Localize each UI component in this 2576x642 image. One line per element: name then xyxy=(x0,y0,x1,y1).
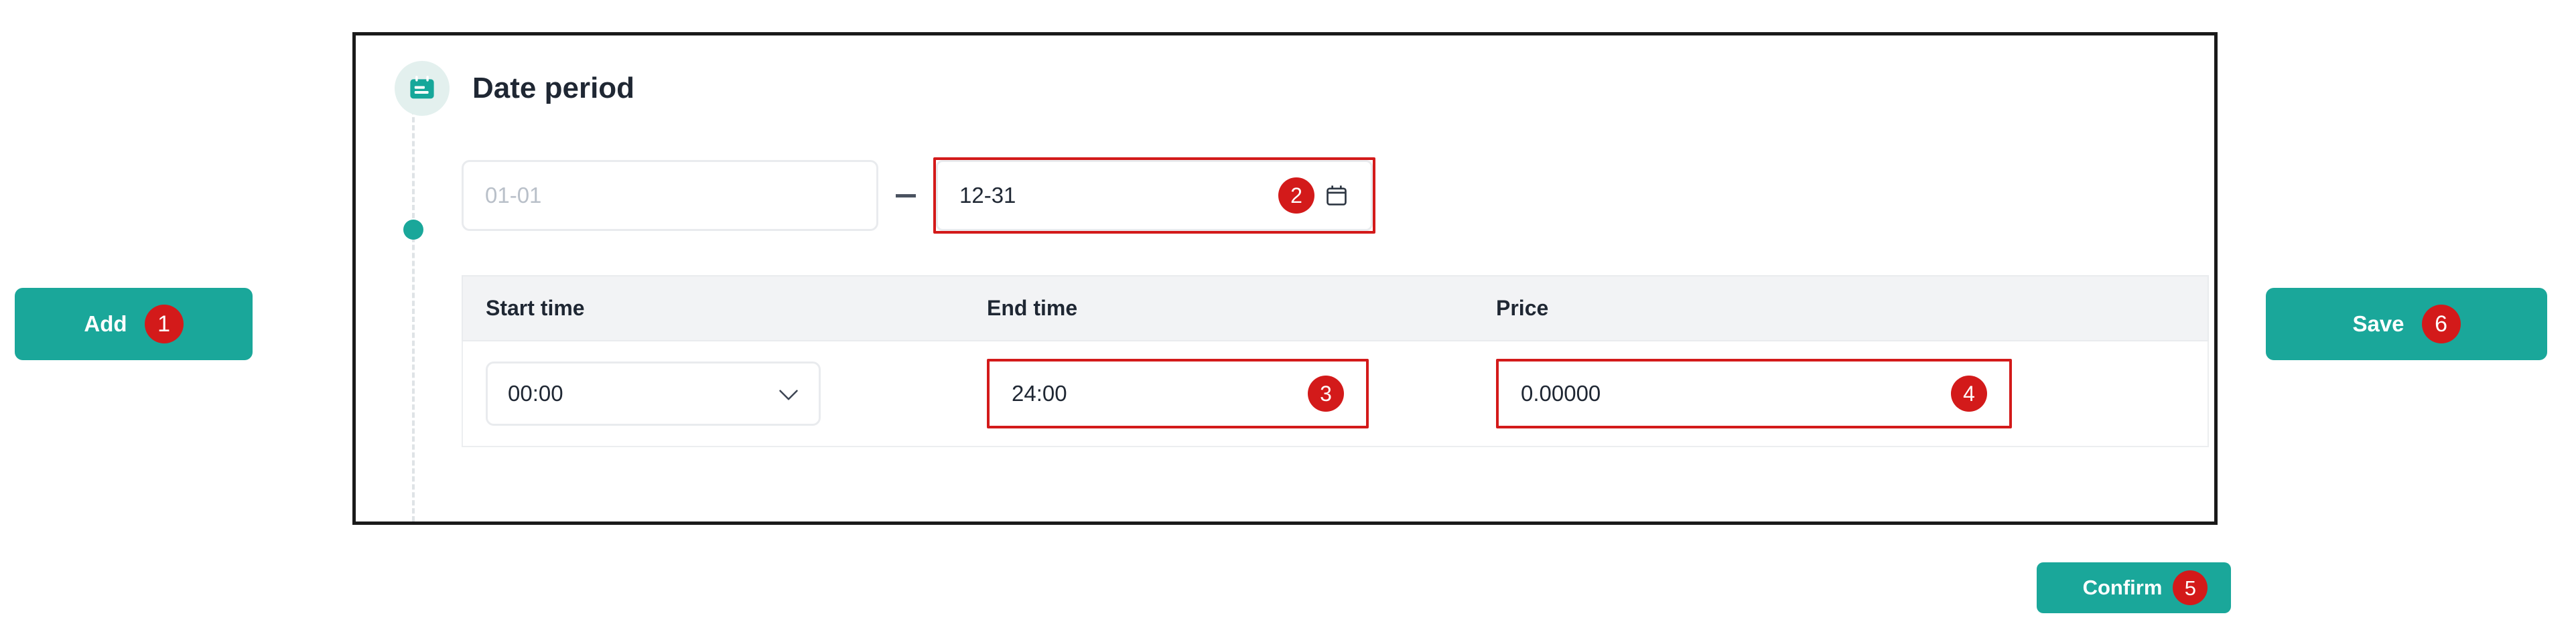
page-title: Date period xyxy=(472,72,635,104)
price-value: 0.00000 xyxy=(1521,381,1601,406)
save-button[interactable]: Save 6 xyxy=(2266,288,2547,360)
price-input[interactable]: 0.00000 4 xyxy=(1499,362,2009,426)
timeline-rail xyxy=(412,109,415,521)
calendar-picker-icon[interactable] xyxy=(1324,183,1349,208)
column-header-start-time: Start time xyxy=(462,275,964,341)
add-button-label: Add xyxy=(84,311,127,336)
card-header: Date period xyxy=(395,61,634,116)
end-date-input[interactable]: 12-31 2 xyxy=(936,160,1373,231)
timeline-dot xyxy=(403,220,423,240)
table-row: 00:00 24:00 3 0.00000 4 xyxy=(462,341,2209,447)
end-time-value: 24:00 xyxy=(1012,381,1067,406)
price-schedule-table: Start time End time Price 00:00 24:00 3 … xyxy=(462,275,2209,447)
confirm-button[interactable]: Confirm 5 xyxy=(2037,562,2231,613)
cell-end-time: 24:00 3 xyxy=(964,341,1473,447)
chevron-down-icon xyxy=(778,381,799,406)
calendar-icon xyxy=(395,61,450,116)
column-header-price: Price xyxy=(1473,275,2209,341)
start-time-value: 00:00 xyxy=(508,381,563,406)
annotation-badge-1: 1 xyxy=(144,305,184,343)
annotation-badge-5: 5 xyxy=(2173,570,2208,605)
end-date-value: 12-31 xyxy=(959,183,1016,208)
column-header-end-time: End time xyxy=(964,275,1473,341)
end-time-input[interactable]: 24:00 3 xyxy=(990,362,1366,426)
annotation-badge-4: 4 xyxy=(1951,376,1987,412)
screen-root: Add 1 Save 6 Confirm 5 Date period 01-01… xyxy=(0,0,2576,642)
add-button[interactable]: Add 1 xyxy=(15,288,253,360)
price-annotation-outline: 0.00000 4 xyxy=(1496,359,2012,428)
end-date-annotation-outline: 12-31 2 xyxy=(933,157,1375,234)
annotation-badge-6: 6 xyxy=(2421,305,2461,343)
end-time-annotation-outline: 24:00 3 xyxy=(987,359,1369,428)
date-period-card: Date period 01-01 12-31 2 Start time End… xyxy=(352,32,2218,525)
cell-price: 0.00000 4 xyxy=(1473,341,2209,447)
annotation-badge-2: 2 xyxy=(1278,177,1314,214)
annotation-badge-3: 3 xyxy=(1308,376,1344,412)
date-period-row: 01-01 12-31 2 xyxy=(462,157,1375,234)
confirm-button-label: Confirm xyxy=(2082,576,2163,599)
cell-start-time: 00:00 xyxy=(462,341,964,447)
date-range-separator xyxy=(896,193,916,197)
start-time-select[interactable]: 00:00 xyxy=(486,362,821,426)
save-button-label: Save xyxy=(2352,311,2404,336)
table-header-row: Start time End time Price xyxy=(462,275,2209,341)
start-date-input[interactable]: 01-01 xyxy=(462,160,878,231)
